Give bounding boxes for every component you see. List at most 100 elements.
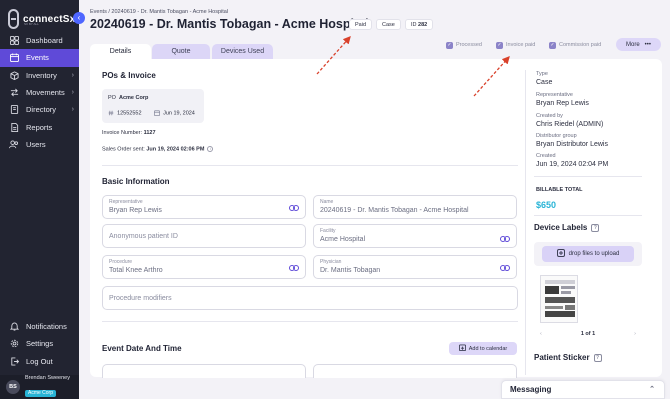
breadcrumb[interactable]: Events / 20240619 - Dr. Mantis Tobagan -… [90,9,228,15]
directory-icon [8,104,20,116]
panel-divider [534,215,642,216]
sidebar-item-reports[interactable]: Reports [0,118,79,135]
sidebar-item-settings[interactable]: Settings [0,335,79,352]
prev-page-icon[interactable]: ‹ [540,331,542,337]
thumbnail-pager: ‹ 1 of 1 › [534,331,642,337]
collapse-sidebar-button[interactable]: ‹ [73,12,85,24]
type-value: Case [536,79,553,86]
patient-id-placeholder: Anonymous patient ID [109,233,178,240]
panel-divider [534,176,642,177]
procedure-value: Total Knee Arthro [109,267,163,274]
messaging-panel[interactable]: Messaging ⌃ [501,380,665,399]
physician-field[interactable]: Physician Dr. Mantis Tobagan [313,255,517,279]
facility-field[interactable]: Facility Acme Hospital [313,224,517,248]
event-date-title: Event Date And Time [102,344,182,353]
created-by-value: Chris Riedel (ADMIN) [536,121,604,128]
tab-devices-used[interactable]: Devices Used [212,44,273,59]
link-icon[interactable] [500,264,510,272]
distributor-label: Distributor group [536,133,577,139]
help-icon[interactable]: ? [591,223,600,232]
procedure-modifiers-field[interactable]: Procedure modifiers [102,286,518,310]
chevron-right-icon: › [71,71,74,79]
sidebar-item-notifications[interactable]: Notifications [0,318,79,335]
add-to-calendar-label: Add to calendar [468,345,508,352]
logo-mark-icon [8,9,19,29]
brand-logo[interactable]: connectSx [8,8,75,30]
procedure-field[interactable]: Procedure Total Knee Arthro [102,255,306,279]
checkmark-icon: ✓ [549,41,556,49]
sidebar-item-label: Movements [26,88,65,98]
facility-value: Acme Hospital [320,236,366,243]
users-icon [8,138,20,150]
user-name: Brendan Sweeney [25,375,70,382]
po-company: Acme Corp [119,95,149,101]
more-dots-icon: ••• [644,41,651,48]
invoice-number: Invoice Number: 1127 [102,130,156,136]
upload-button[interactable]: drop files to upload [542,246,634,262]
sidebar-item-label: Settings [26,339,54,349]
event-date-field[interactable] [102,364,306,378]
name-field[interactable]: Name 20240619 - Dr. Mantis Tobagan - Acm… [313,195,517,219]
patient-id-field[interactable]: Anonymous patient ID [102,224,306,248]
created-value: Jun 19, 2024 02:04 PM [536,161,609,168]
event-time-field[interactable] [313,364,517,378]
sales-order-value: Jun 19, 2024 02:06 PM [146,146,205,153]
tab-details[interactable]: Details [90,44,151,59]
link-icon[interactable] [289,204,299,212]
chevron-right-icon: › [71,89,74,97]
chevron-up-icon[interactable]: ⌃ [649,385,655,393]
info-icon[interactable]: i [207,146,214,152]
sidebar: connectSx SX BY ALL Dashboard Events Inv… [0,0,79,399]
sidebar-item-dashboard[interactable]: Dashboard [0,32,79,49]
invoice-label: Invoice Number: [102,130,143,136]
link-icon[interactable] [500,235,510,243]
user-company-badge: Acme Corp [25,389,57,397]
physician-value: Dr. Mantis Tobagan [320,267,381,274]
po-invoice-title: POs & Invoice [102,71,156,80]
more-label: More [626,41,640,48]
sidebar-item-directory[interactable]: Directory › [0,101,79,118]
invoice-paid-label: Invoice paid [506,42,536,48]
sidebar-item-events[interactable]: Events [0,49,79,67]
device-labels-label: Device Labels [534,223,588,232]
id-value: 282 [418,22,428,28]
more-button[interactable]: More ••• [616,38,661,51]
messaging-label: Messaging [510,385,552,394]
next-page-icon[interactable]: › [634,331,636,337]
po-date-line: Jun 19, 2024 [154,110,195,116]
commission-paid-label: Commission paid [559,42,602,48]
brand-tagline: SX BY ALL [24,22,39,26]
sidebar-item-users[interactable]: Users [0,136,79,153]
sidebar-item-label: Directory [26,105,57,115]
device-label-thumbnail[interactable] [540,275,578,323]
checkmark-icon: ✓ [496,41,503,49]
upload-label: drop files to upload [568,251,620,257]
logout-icon [8,355,20,367]
processed-checkbox[interactable]: ✓ Processed [446,40,482,50]
tab-quote[interactable]: Quote [152,44,210,59]
page-title: 20240619 - Dr. Mantis Tobagan - Acme Hos… [90,17,369,31]
chevron-right-icon: › [71,106,74,114]
sidebar-item-logout[interactable]: Log Out [0,353,79,370]
representative-field[interactable]: Representative Bryan Rep Lewis [102,195,306,219]
distributor-value: Bryan Distributor Lewis [536,141,608,148]
add-to-calendar-button[interactable]: Add to calendar [449,342,517,355]
section-divider [102,321,518,322]
billable-total-value: $650 [536,200,557,210]
sidebar-item-inventory[interactable]: Inventory › [0,67,79,84]
commission-paid-checkbox[interactable]: ✓ Commission paid [549,40,601,50]
checkmark-icon: ✓ [446,41,453,49]
calendar-icon [8,52,20,64]
invoice-paid-checkbox[interactable]: ✓ Invoice paid [496,40,535,50]
created-label: Created [536,153,556,159]
reports-icon [8,121,20,133]
basic-info-title: Basic Information [102,177,170,186]
user-profile[interactable]: BS Brendan Sweeney Acme Corp [0,375,79,399]
help-icon[interactable]: ? [593,353,602,362]
device-labels-title: Device Labels? [534,223,600,232]
link-icon[interactable] [289,264,299,272]
sidebar-item-movements[interactable]: Movements › [0,84,79,101]
po-number-line: 12552552 [108,110,142,116]
physician-label: Physician [320,259,342,265]
processed-label: Processed [456,42,482,48]
